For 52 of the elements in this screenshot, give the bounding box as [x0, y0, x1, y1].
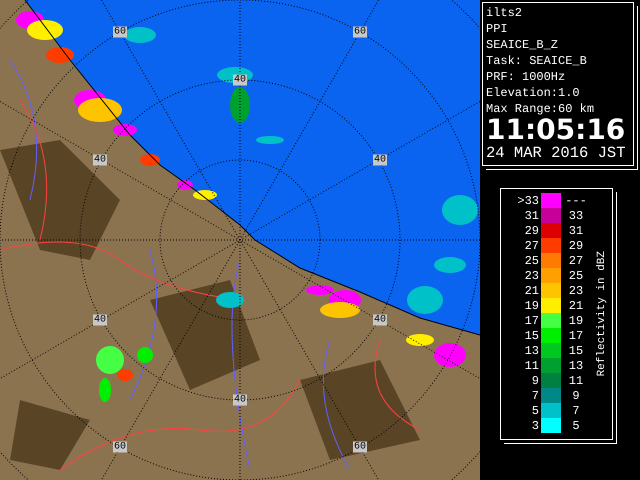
legend-label: 13: [524, 344, 540, 358]
info-line: Max Range:60 km: [486, 101, 596, 117]
legend-label: 17: [524, 314, 540, 328]
legend-label: >33: [516, 194, 540, 208]
range-label: 40: [233, 394, 247, 406]
legend-label: 3: [530, 418, 540, 432]
info-line: ilts2: [486, 5, 524, 21]
legend-label: 15: [524, 328, 540, 342]
legend-label: 15: [568, 344, 584, 358]
info-line: PPI: [486, 21, 509, 37]
info-line: SEAICE_B_Z: [486, 37, 560, 53]
info-line: PRF: 1000Hz: [486, 69, 566, 85]
legend-label: 5: [530, 404, 540, 418]
legend-label: 21: [568, 298, 584, 312]
legend-label: 23: [524, 268, 540, 282]
legend-label: 29: [524, 224, 540, 238]
legend-label: 7: [571, 404, 581, 418]
legend-label: 27: [524, 238, 540, 252]
date-text: 24 MAR 2016 JST: [486, 143, 626, 163]
legend-label: 27: [568, 254, 584, 268]
legend-label: 11: [524, 358, 540, 372]
range-label: 40: [93, 154, 107, 166]
legend-label: 23: [568, 284, 584, 298]
range-label: 60: [113, 26, 127, 38]
legend-label: 25: [568, 268, 584, 282]
legend-label: 5: [571, 418, 581, 432]
legend-label: 33: [568, 208, 584, 222]
legend-label: 9: [530, 374, 540, 388]
range-label: 40: [93, 314, 107, 326]
range-label: 40: [373, 314, 387, 326]
range-label: 40: [233, 74, 247, 86]
range-label: 60: [113, 442, 127, 452]
axis-label: Reflectivity in dBZ: [596, 251, 608, 377]
info-line: Elevation:1.0: [486, 85, 581, 101]
range-label: 60: [353, 26, 367, 38]
legend-label: 9: [571, 388, 581, 402]
legend-label: 11: [568, 374, 584, 388]
time-text: 11:05:16: [486, 117, 626, 143]
range-label: 40: [373, 154, 387, 166]
info-line: Task: SEAICE_B: [486, 53, 588, 69]
legend-label: 13: [568, 358, 584, 372]
legend-label: 7: [530, 388, 540, 402]
legend-label: 17: [568, 328, 584, 342]
legend-label: ---: [564, 194, 588, 208]
legend-label: 21: [524, 284, 540, 298]
legend-label: 19: [568, 314, 584, 328]
legend-label: 31: [524, 208, 540, 222]
legend-label: 25: [524, 254, 540, 268]
range-label: 60: [353, 442, 367, 452]
legend-label: 19: [524, 298, 540, 312]
legend-label: 31: [568, 224, 584, 238]
legend-label: 29: [568, 238, 584, 252]
